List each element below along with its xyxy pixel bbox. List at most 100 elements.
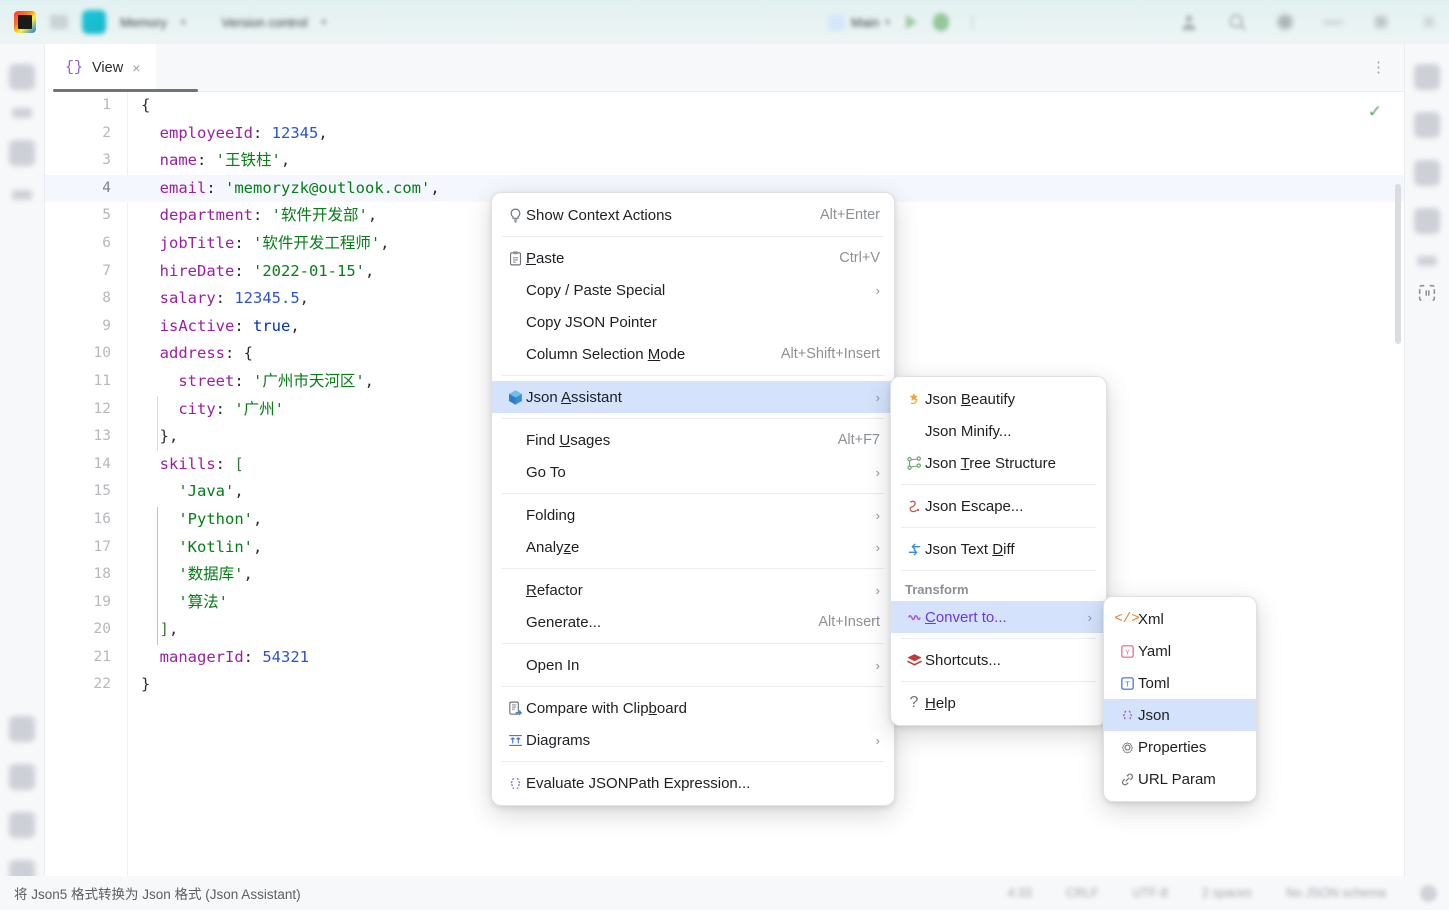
terminal-tool-icon[interactable]: [9, 716, 35, 742]
json-assistant-submenu[interactable]: Json Beautify Json Minify... Json Tree Str…: [890, 376, 1107, 726]
editor-scrollbar[interactable]: [1395, 184, 1401, 344]
menu-item-label: Help: [925, 694, 956, 712]
json-schema-widget[interactable]: No JSON schema: [1286, 886, 1386, 900]
editor-options-kebab-icon[interactable]: ⋮: [1371, 60, 1386, 75]
menu-item-url-param[interactable]: URL Param: [1104, 763, 1256, 795]
menu-item-toml[interactable]: T Toml: [1104, 667, 1256, 699]
json-icon: [1116, 707, 1138, 724]
menu-item-xml[interactable]: </> Xml: [1104, 603, 1256, 635]
run-configuration-selector[interactable]: Main ▾: [828, 13, 890, 31]
close-icon[interactable]: [1419, 12, 1439, 32]
coverage-icon[interactable]: [932, 13, 949, 31]
project-tool-icon[interactable]: [9, 64, 35, 90]
menu-item-diagrams[interactable]: Diagrams ›: [492, 724, 894, 756]
menu-item-shortcuts[interactable]: Shortcuts...: [891, 644, 1106, 676]
menu-item-label: Properties: [1138, 738, 1207, 756]
hamburger-menu-icon[interactable]: [50, 15, 68, 29]
line-number: 20: [93, 621, 111, 638]
beautify-star-icon: [903, 391, 925, 408]
project-icon[interactable]: [82, 10, 106, 34]
menu-item-generate[interactable]: Generate... Alt+Insert: [492, 606, 894, 638]
encoding-widget[interactable]: UTF-8: [1133, 886, 1168, 900]
bell-icon[interactable]: [1420, 884, 1437, 902]
code-line[interactable]: 2 employeeId: 12345,: [45, 120, 1404, 148]
line-number: 5: [102, 207, 111, 224]
notifications-tool-icon[interactable]: [1414, 64, 1440, 90]
menu-item-json-text-diff[interactable]: Json Text Diff: [891, 533, 1106, 565]
caret-position-widget[interactable]: 4:33: [1008, 886, 1032, 900]
menu-item-json-tree-structure[interactable]: Json Tree Structure: [891, 447, 1106, 479]
close-icon[interactable]: ×: [132, 61, 140, 75]
vcs-widget-label[interactable]: Version control: [221, 15, 307, 30]
menu-item-convert-to[interactable]: Convert to... ›: [891, 601, 1106, 633]
menu-item-properties[interactable]: Properties: [1104, 731, 1256, 763]
gradle-tool-icon[interactable]: [1414, 112, 1440, 138]
menu-item-label: Toml: [1138, 674, 1170, 692]
menu-item-label: Xml: [1138, 610, 1164, 628]
menu-item-open-in[interactable]: Open In ›: [492, 649, 894, 681]
line-text: address: {: [159, 344, 254, 363]
menu-item-copy-paste-special[interactable]: Copy / Paste Special ›: [492, 274, 894, 306]
account-icon[interactable]: [1179, 12, 1199, 32]
indent-widget[interactable]: 2 spaces: [1202, 886, 1252, 900]
editor-tab-view[interactable]: {} View ×: [45, 43, 198, 92]
chevron-right-icon: ›: [875, 464, 880, 480]
menu-item-json[interactable]: Json: [1104, 699, 1256, 731]
menu-item-evaluate-jsonpath-expression[interactable]: Evaluate JSONPath Expression...: [492, 767, 894, 799]
bookmarks-tool-icon[interactable]: [9, 140, 35, 166]
structure-tool-icon[interactable]: [12, 190, 32, 200]
code-line[interactable]: 3 name: '王铁柱',: [45, 147, 1404, 175]
menu-item-label: Copy JSON Pointer: [526, 313, 657, 331]
inspection-status-icon[interactable]: ✓: [1368, 102, 1382, 122]
line-number: 2: [102, 124, 111, 141]
menu-item-refactor[interactable]: Refactor ›: [492, 574, 894, 606]
line-text: skills: [: [159, 454, 244, 473]
maven-tool-icon[interactable]: [1414, 208, 1440, 234]
menu-item-json-escape[interactable]: Json Escape...: [891, 490, 1106, 522]
settings-gear-icon[interactable]: [1275, 12, 1295, 32]
editor-context-menu[interactable]: Show Context Actions Alt+Enter Paste Ctrl+V…: [491, 192, 895, 806]
run-icon[interactable]: [905, 15, 917, 29]
convert-to-submenu[interactable]: </> Xml Y Yaml T Toml Json Properties URL Param: [1103, 596, 1257, 802]
menu-item-compare-with-clipboard[interactable]: Compare with Clipboard: [492, 692, 894, 724]
menu-item-folding[interactable]: Folding ›: [492, 499, 894, 531]
line-number: 18: [93, 566, 111, 583]
chevron-right-icon: ›: [875, 582, 880, 598]
search-icon[interactable]: [1227, 12, 1247, 32]
menu-item-go-to[interactable]: Go To ›: [492, 456, 894, 488]
more-vertical-icon[interactable]: ⋮: [965, 13, 980, 31]
url-param-icon: [1116, 771, 1138, 788]
json-assistant-tool-icon[interactable]: [1414, 280, 1440, 306]
menu-item-copy-json-pointer[interactable]: Copy JSON Pointer: [492, 306, 894, 338]
menu-item-analyze[interactable]: Analyze ›: [492, 531, 894, 563]
maximize-icon[interactable]: [1371, 12, 1391, 32]
menu-item-json-minify[interactable]: Json Minify...: [891, 415, 1106, 447]
problems-tool-icon[interactable]: [9, 812, 35, 838]
jetbrains-logo-icon: [14, 11, 36, 33]
menu-item-column-selection-mode[interactable]: Column Selection Mode Alt+Shift+Insert: [492, 338, 894, 370]
menu-item-label: Json Tree Structure: [925, 454, 1056, 472]
menu-item-find-usages[interactable]: Find Usages Alt+F7: [492, 424, 894, 456]
line-text: street: '广州市天河区',: [178, 371, 375, 390]
minimize-icon[interactable]: [1323, 20, 1343, 24]
line-number: 22: [93, 676, 111, 693]
menu-item-help[interactable]: ? Help: [891, 687, 1106, 719]
database-tool-icon[interactable]: [1414, 160, 1440, 186]
code-line[interactable]: 1{: [45, 92, 1404, 120]
line-number: 17: [93, 538, 111, 555]
menu-item-paste[interactable]: Paste Ctrl+V: [492, 242, 894, 274]
menu-item-label: Evaluate JSONPath Expression...: [526, 774, 751, 792]
chevron-down-icon[interactable]: ▾: [181, 17, 186, 28]
services-tool-icon[interactable]: [9, 764, 35, 790]
vcs-chevron-down-icon[interactable]: ▾: [321, 17, 326, 28]
menu-item-yaml[interactable]: Y Yaml: [1104, 635, 1256, 667]
menu-item-show-context-actions[interactable]: Show Context Actions Alt+Enter: [492, 199, 894, 231]
line-separator-widget[interactable]: CRLF: [1066, 886, 1099, 900]
menu-separator: [901, 484, 1096, 485]
ide-window: Memory ▾ Version control ▾ Main ▾ ⋮ {} V…: [0, 0, 1449, 910]
menu-item-json-assistant[interactable]: Json Assistant ›: [492, 381, 894, 413]
line-number: 4: [102, 179, 111, 196]
menu-item-json-beautify[interactable]: Json Beautify: [891, 383, 1106, 415]
project-name[interactable]: Memory: [120, 15, 167, 30]
commit-tool-icon[interactable]: [12, 108, 32, 118]
